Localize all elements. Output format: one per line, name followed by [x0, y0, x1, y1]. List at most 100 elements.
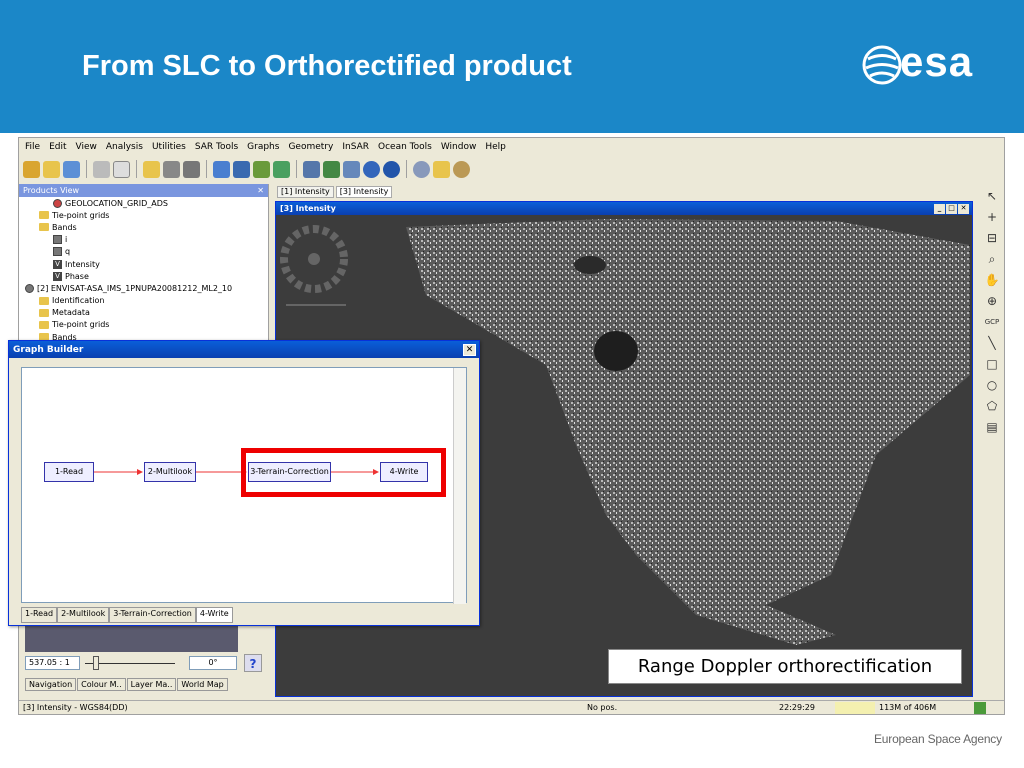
- session-icon[interactable]: [63, 160, 80, 178]
- menu-analysis[interactable]: Analysis: [106, 142, 143, 152]
- graph-canvas[interactable]: 1-Read 2-Multilook 3-Terrain-Correction …: [21, 367, 467, 604]
- open-product-icon[interactable]: [23, 160, 40, 178]
- rectangle-draw-icon[interactable]: □: [984, 356, 1000, 372]
- world-icon[interactable]: [383, 160, 400, 178]
- tab-terrain-correction[interactable]: 3-Terrain-Correction: [109, 607, 196, 623]
- menu-window[interactable]: Window: [441, 142, 477, 152]
- tree-item[interactable]: V Intensity: [19, 258, 268, 270]
- menu-view[interactable]: View: [76, 142, 97, 152]
- database-icon[interactable]: [163, 160, 180, 178]
- sar-scene-footprint: [406, 219, 970, 645]
- slide-title: From SLC to Orthorectified product: [82, 50, 572, 82]
- virtual-band-icon: V: [53, 271, 62, 281]
- menu-sar-tools[interactable]: SAR Tools: [195, 142, 238, 152]
- graph-builder-tabs: 1-Read 2-Multilook 3-Terrain-Correction …: [21, 607, 233, 623]
- tree-item[interactable]: Tie-point grids: [19, 209, 268, 221]
- view-tabs: [1] Intensity [3] Intensity: [277, 186, 394, 198]
- graph-icon[interactable]: [183, 160, 200, 178]
- tree-item[interactable]: GEOLOCATION_GRID_ADS: [19, 197, 268, 209]
- tree-item[interactable]: V Phase: [19, 270, 268, 282]
- menu-graphs[interactable]: Graphs: [247, 142, 279, 152]
- menu-geometry[interactable]: Geometry: [288, 142, 333, 152]
- tree-item[interactable]: Tie-point grids: [19, 319, 268, 331]
- restore-icon[interactable]: □: [946, 203, 957, 214]
- menu-ocean-tools[interactable]: Ocean Tools: [378, 142, 432, 152]
- tab-intensity-3[interactable]: [3] Intensity: [335, 186, 393, 198]
- zoom-slider-knob[interactable]: [93, 656, 99, 670]
- products-view-titlebar: Products View ✕: [19, 184, 268, 197]
- close-icon[interactable]: ✕: [958, 203, 969, 214]
- polygon-draw-icon[interactable]: ⬠: [984, 398, 1000, 414]
- band-maths-icon[interactable]: [143, 160, 160, 178]
- layer-icon[interactable]: ▤: [984, 419, 1000, 435]
- menu-help[interactable]: Help: [485, 142, 506, 152]
- pan-hand-icon[interactable]: ✋: [984, 272, 1000, 288]
- open-folder-icon[interactable]: [43, 160, 60, 178]
- node-read[interactable]: 1-Read: [44, 462, 94, 482]
- zoom-icon[interactable]: ⌕: [984, 251, 1000, 267]
- tab-intensity-1[interactable]: [1] Intensity: [277, 186, 334, 198]
- intensity-window-title: [3] Intensity: [280, 204, 336, 213]
- menu-edit[interactable]: Edit: [49, 142, 66, 152]
- menu-file[interactable]: File: [25, 142, 40, 152]
- tab-navigation[interactable]: Navigation: [25, 678, 77, 691]
- tab-world-map[interactable]: World Map: [177, 678, 228, 691]
- tree-item[interactable]: i: [19, 234, 268, 246]
- product-icon: [25, 283, 34, 293]
- node-multilook[interactable]: 2-Multilook: [144, 462, 196, 482]
- tab-read[interactable]: 1-Read: [21, 607, 58, 623]
- tool-c-icon[interactable]: [343, 160, 360, 178]
- minimize-icon[interactable]: _: [934, 203, 945, 214]
- tree-item[interactable]: Metadata: [19, 307, 268, 319]
- properties-icon[interactable]: [213, 160, 230, 178]
- panel-close-icon[interactable]: ✕: [257, 186, 264, 195]
- navigation-preview: [25, 624, 238, 652]
- tree-item[interactable]: Bands: [19, 221, 268, 233]
- navigation-tabs: Navigation Colour M.. Layer Ma.. World M…: [25, 678, 229, 691]
- zoom-factor-field[interactable]: 537.05 : 1: [25, 656, 80, 670]
- tree-item[interactable]: [2] ENVISAT-ASA_IMS_1PNUPA20081212_ML2_1…: [19, 282, 268, 294]
- menu-utilities[interactable]: Utilities: [152, 142, 186, 152]
- info-icon[interactable]: [453, 160, 470, 178]
- status-position: No pos.: [587, 703, 618, 712]
- tree-item-label: [2] ENVISAT-ASA_IMS_1PNUPA20081212_ML2_1…: [37, 283, 233, 293]
- cursor-icon[interactable]: ↖: [984, 188, 1000, 204]
- user-icon[interactable]: [233, 160, 250, 178]
- menu-insar[interactable]: InSAR: [342, 142, 369, 152]
- gear-icon[interactable]: [413, 160, 430, 178]
- ellipse-draw-icon[interactable]: ○: [984, 377, 1000, 393]
- tab-write[interactable]: 4-Write: [195, 607, 233, 623]
- line-draw-icon[interactable]: ╲: [984, 335, 1000, 351]
- vertical-scrollbar[interactable]: [453, 368, 466, 604]
- tree-item-label: Metadata: [52, 308, 90, 318]
- tool-a-icon[interactable]: [303, 160, 320, 178]
- crosshair-icon[interactable]: +: [984, 209, 1000, 225]
- terrain-icon[interactable]: [273, 160, 290, 178]
- highlight-box: [241, 448, 446, 497]
- pan-compass[interactable]: [280, 225, 348, 306]
- zoom-plus-icon[interactable]: ⊕: [984, 293, 1000, 309]
- rotation-field[interactable]: 0°: [189, 656, 237, 670]
- tree-item[interactable]: q: [19, 246, 268, 258]
- globe-icon[interactable]: [363, 160, 380, 178]
- edit-icon[interactable]: [433, 160, 450, 178]
- status-layer: [3] Intensity - WGS84(DD): [23, 703, 128, 712]
- gc-icon[interactable]: [974, 702, 986, 714]
- intensity-window-titlebar: [3] Intensity _ □ ✕: [276, 202, 972, 215]
- tab-colour-manipulation[interactable]: Colour M..: [77, 678, 126, 691]
- gcp-icon[interactable]: GCP: [984, 314, 1000, 330]
- status-time: 22:29:29: [779, 703, 815, 712]
- help-button[interactable]: ?: [244, 654, 262, 672]
- layers-icon[interactable]: [253, 160, 270, 178]
- tab-layer-manager[interactable]: Layer Ma..: [126, 678, 177, 691]
- close-icon[interactable]: [93, 160, 110, 178]
- tree-item[interactable]: Identification: [19, 295, 268, 307]
- save-icon[interactable]: [113, 160, 130, 178]
- toolbar-separator: [206, 160, 207, 178]
- tool-b-icon[interactable]: [323, 160, 340, 178]
- range-finder-icon[interactable]: ⊟: [984, 230, 1000, 246]
- tab-multilook[interactable]: 2-Multilook: [57, 607, 110, 623]
- close-icon[interactable]: ✕: [463, 343, 476, 356]
- band-icon: [53, 247, 62, 257]
- toolbar-separator: [296, 160, 297, 178]
